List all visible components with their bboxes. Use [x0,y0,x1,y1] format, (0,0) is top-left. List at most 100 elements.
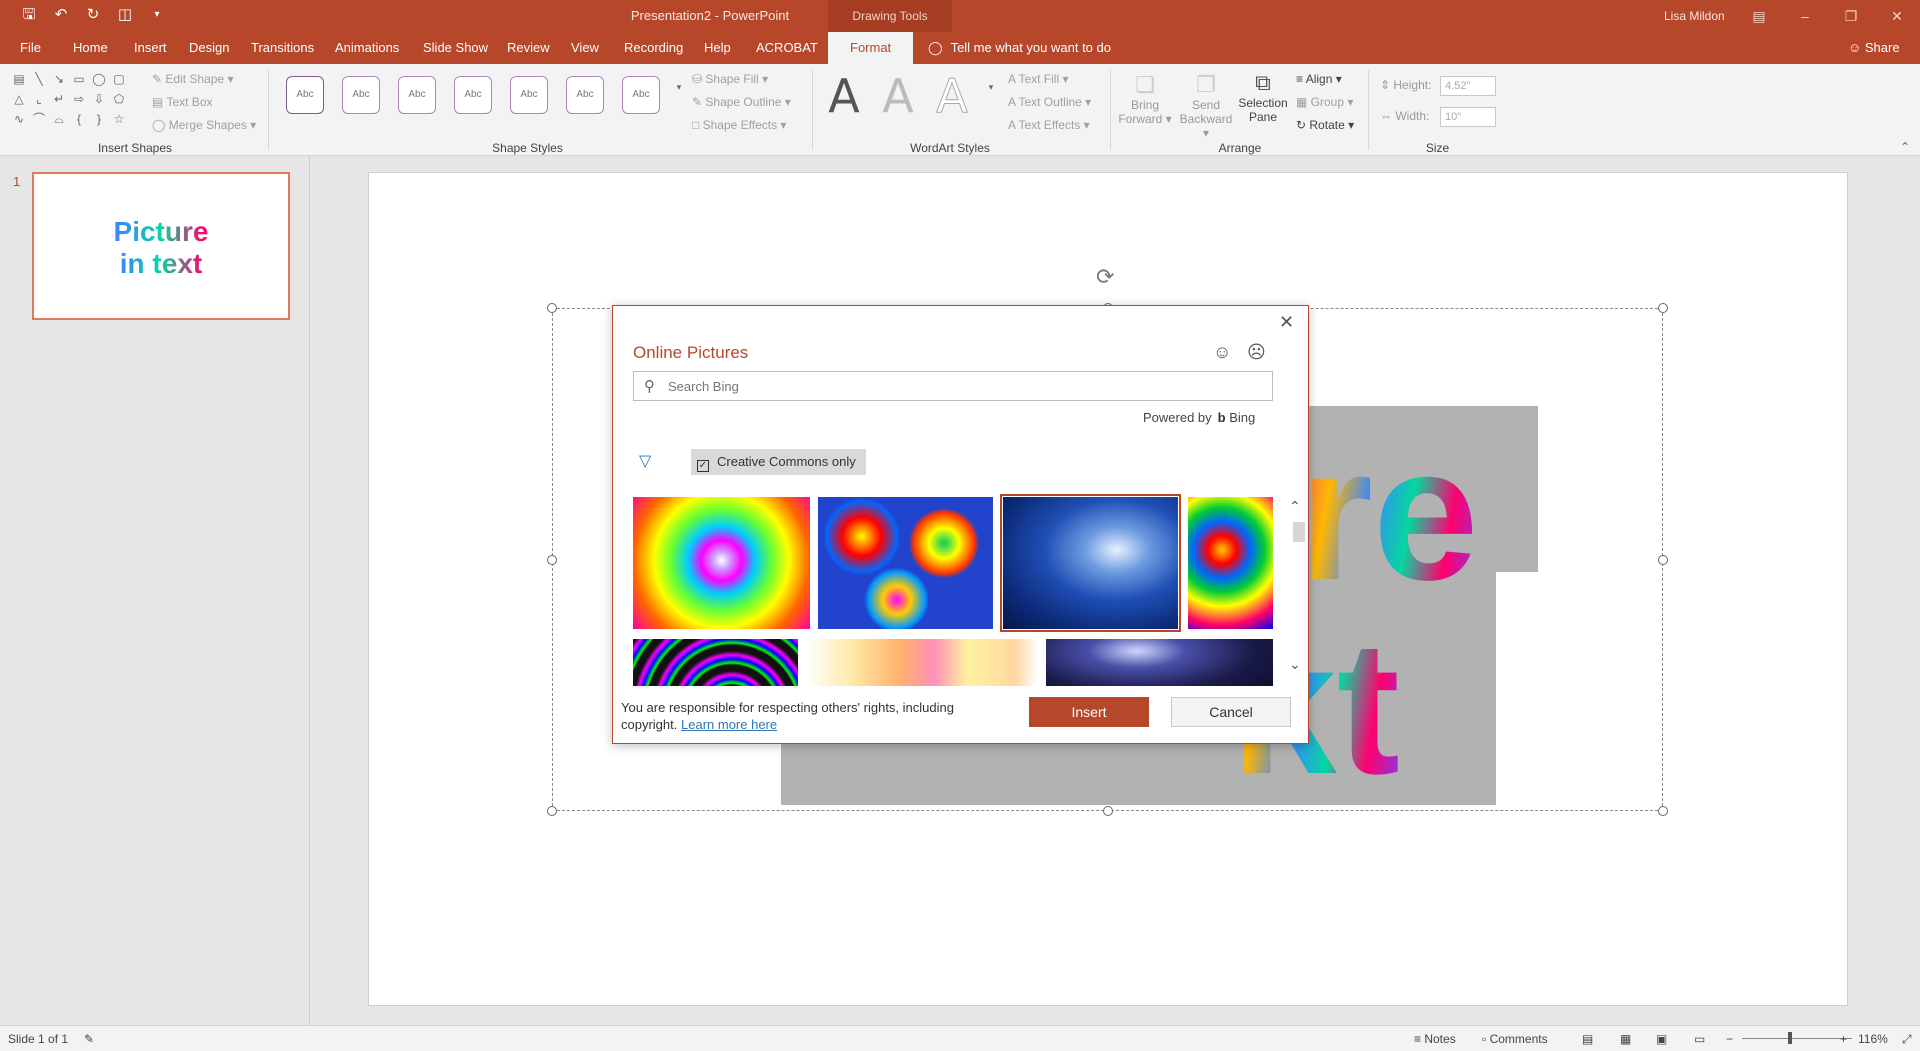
zoom-out-icon[interactable]: − [1726,1032,1733,1046]
shape-style-5[interactable]: Abc [510,76,548,114]
resize-handle-bottom-right[interactable] [1658,806,1668,816]
comments-button[interactable]: ▫ Comments [1482,1032,1548,1046]
zoom-level[interactable]: 116% [1858,1032,1888,1046]
tab-home[interactable]: Home [73,40,108,55]
scroll-up-icon[interactable]: ⌃ [1289,498,1301,515]
learn-more-link[interactable]: Learn more here [681,717,777,732]
shape-style-3[interactable]: Abc [398,76,436,114]
right-arrow-shape-icon[interactable]: ⇨ [72,92,86,106]
fit-to-window-icon[interactable]: ⤢ [1902,1032,1912,1047]
result-image-5[interactable] [633,639,798,686]
star-shape-icon[interactable]: ☆ [112,112,126,126]
frown-feedback-icon[interactable]: ☹ [1247,342,1266,363]
shape-fill-button[interactable]: ⛁ Shape Fill ▾ [692,72,768,86]
shape-outline-button[interactable]: ✎ Shape Outline ▾ [692,95,791,109]
selection-pane-button[interactable]: ⧉ Selection Pane [1234,70,1292,124]
height-input[interactable]: 4.52" [1440,76,1496,96]
text-box-button[interactable]: ▤ Text Box [152,95,213,109]
shape-style-6[interactable]: Abc [566,76,604,114]
result-image-2[interactable] [818,497,993,629]
tell-me-search[interactable]: ◯ Tell me what you want to do [928,40,1111,56]
wordart-style-1[interactable]: A [818,72,870,120]
align-button[interactable]: ≡ Align ▾ [1296,72,1342,86]
arc-shape-icon[interactable]: ⌓ [52,112,66,126]
resize-handle-left[interactable] [547,555,557,565]
wordart-style-2[interactable]: A [872,72,924,120]
tab-insert[interactable]: Insert [134,40,167,55]
smile-feedback-icon[interactable]: ☺ [1213,342,1231,363]
bring-forward-button[interactable]: ❏ Bring Forward ▾ [1118,72,1172,126]
pentagon-shape-icon[interactable]: ⬠ [112,92,126,106]
notes-button[interactable]: ≡ Notes [1414,1032,1456,1046]
shape-style-1[interactable]: Abc [286,76,324,114]
search-input[interactable] [668,377,1258,395]
scroll-down-icon[interactable]: ⌄ [1289,656,1301,673]
minimize-icon[interactable]: – [1782,0,1828,32]
search-box[interactable]: ⚲ [633,371,1273,401]
tab-animations[interactable]: Animations [335,40,399,55]
gallery-more-icon[interactable]: ▾ [672,80,686,94]
cancel-button[interactable]: Cancel [1171,697,1291,727]
text-fill-button[interactable]: A Text Fill ▾ [1008,72,1069,86]
resize-handle-bottom-left[interactable] [547,806,557,816]
slide-sorter-icon[interactable]: ▦ [1620,1032,1631,1046]
restore-icon[interactable]: ❐ [1828,0,1874,32]
tab-slide-show[interactable]: Slide Show [423,40,488,55]
right-brace-shape-icon[interactable]: } [92,112,106,126]
send-backward-button[interactable]: ❐ Send Backward ▾ [1176,72,1236,140]
arrow-line-shape-icon[interactable]: ↘ [52,72,66,86]
text-outline-button[interactable]: A Text Outline ▾ [1008,95,1091,109]
creative-commons-toggle[interactable]: ✓ Creative Commons only [691,449,866,475]
tab-file[interactable]: File [20,40,41,55]
resize-handle-right[interactable] [1658,555,1668,565]
resize-handle-bottom[interactable] [1103,806,1113,816]
text-effects-button[interactable]: A Text Effects ▾ [1008,118,1090,132]
shape-style-7[interactable]: Abc [622,76,660,114]
zoom-slider-thumb[interactable] [1788,1032,1792,1044]
rotate-button[interactable]: ↻ Rotate ▾ [1296,118,1354,132]
results-scrollbar-thumb[interactable] [1293,522,1305,542]
rounded-rect-shape-icon[interactable]: ▢ [112,72,126,86]
normal-view-icon[interactable]: ▤ [1582,1032,1593,1046]
tab-design[interactable]: Design [189,40,229,55]
down-arrow-shape-icon[interactable]: ⇩ [92,92,106,106]
result-image-1[interactable] [633,497,810,629]
textbox-shape-icon[interactable]: ▤ [12,72,26,86]
bent-connector-shape-icon[interactable]: ↵ [52,92,66,106]
elbow-connector-shape-icon[interactable]: ⌞ [32,92,46,106]
line-shape-icon[interactable]: ╲ [32,72,46,86]
filter-icon[interactable]: ▽ [639,451,651,471]
accessibility-icon[interactable]: ✎ [84,1032,94,1046]
shape-style-2[interactable]: Abc [342,76,380,114]
tab-review[interactable]: Review [507,40,550,55]
result-image-3-selected[interactable] [1000,494,1181,632]
edit-shape-button[interactable]: ✎ Edit Shape ▾ [152,72,233,86]
tab-recording[interactable]: Recording [624,40,683,55]
share-button[interactable]: ☺ Share [1848,40,1900,55]
result-image-6[interactable] [806,639,1038,686]
close-icon[interactable]: ✕ [1279,312,1294,333]
close-window-icon[interactable]: ✕ [1874,0,1920,32]
tab-view[interactable]: View [571,40,599,55]
rotate-handle-icon[interactable]: ⟳ [1096,264,1114,290]
freeform-shape-icon[interactable]: ∿ [12,112,26,126]
zoom-in-icon[interactable]: + [1840,1032,1847,1046]
zoom-slider[interactable] [1742,1038,1852,1039]
tab-help[interactable]: Help [704,40,731,55]
reading-view-icon[interactable]: ▣ [1656,1032,1667,1046]
merge-shapes-button[interactable]: ◯ Merge Shapes ▾ [152,118,256,132]
result-image-4[interactable] [1188,497,1273,629]
collapse-ribbon-icon[interactable]: ⌃ [1898,140,1912,154]
wordart-style-3[interactable]: A [926,72,978,121]
oval-shape-icon[interactable]: ◯ [92,72,106,86]
shape-style-4[interactable]: Abc [454,76,492,114]
ribbon-display-options-icon[interactable]: ▤ [1736,0,1782,32]
tab-acrobat[interactable]: ACROBAT [756,40,818,55]
insert-button[interactable]: Insert [1029,697,1149,727]
slide-thumbnail[interactable]: Picture in text [32,172,290,320]
slideshow-view-icon[interactable]: ▭ [1694,1032,1705,1046]
rectangle-shape-icon[interactable]: ▭ [72,72,86,86]
width-input[interactable]: 10" [1440,107,1496,127]
shape-effects-button[interactable]: □ Shape Effects ▾ [692,118,786,132]
result-image-7[interactable] [1046,639,1273,686]
